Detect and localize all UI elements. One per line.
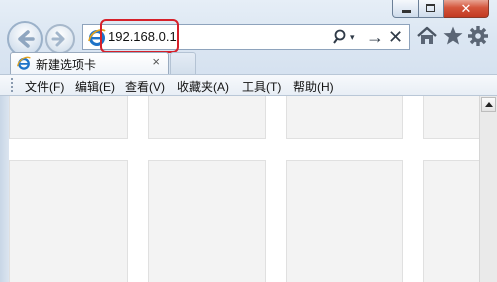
menu-grip [11, 78, 16, 92]
menu-help[interactable]: 帮助(H) [293, 78, 334, 95]
close-tab-button[interactable]: × [152, 54, 160, 69]
go-button[interactable]: → [366, 27, 384, 47]
menu-file[interactable]: 文件(F) [25, 78, 64, 95]
close-icon: ✕ [460, 1, 472, 16]
tab-new-tab[interactable]: 新建选项卡 × [10, 52, 169, 74]
maximize-button[interactable] [419, 0, 444, 18]
menu-edit[interactable]: 编辑(E) [75, 78, 115, 95]
menu-favorites[interactable]: 收藏夹(A) [177, 78, 229, 95]
forward-arrow-icon [51, 31, 65, 47]
ie-logo-icon [16, 56, 31, 70]
menu-view[interactable]: 查看(V) [125, 78, 165, 95]
close-window-button[interactable]: ✕ [444, 0, 489, 18]
search-dropdown-button[interactable]: ▾ [350, 27, 355, 47]
stop-button[interactable]: ✕ [388, 27, 403, 47]
vertical-scrollbar[interactable] [479, 96, 497, 282]
window-controls: ✕ [392, 0, 489, 19]
url-highlight-annotation [100, 19, 179, 53]
back-arrow-icon [18, 30, 35, 48]
menu-bar: 文件(F) 编辑(E) 查看(V) 收藏夹(A) 工具(T) 帮助(H) [0, 74, 497, 96]
site-tile[interactable] [9, 96, 128, 139]
site-tile[interactable] [286, 160, 403, 282]
star-icon[interactable] [442, 25, 464, 47]
site-tile[interactable] [423, 96, 479, 139]
tab-label: 新建选项卡 [36, 58, 97, 72]
site-tile[interactable] [286, 96, 403, 139]
browser-chrome: ✕ 192.168.0.1 ▾ → ✕ 新建选项卡 × 文件(F) 编辑(E) … [0, 0, 497, 98]
minimize-icon [402, 10, 411, 13]
new-tab-page [9, 96, 479, 282]
forward-button[interactable] [45, 24, 75, 54]
maximize-icon [426, 4, 435, 12]
window-left-border [0, 96, 9, 282]
site-tile[interactable] [423, 160, 479, 282]
minimize-button[interactable] [392, 0, 419, 18]
home-icon[interactable] [416, 25, 438, 47]
site-tile[interactable] [9, 160, 128, 282]
gear-icon[interactable] [467, 25, 489, 47]
search-icon[interactable] [333, 27, 349, 47]
site-tile[interactable] [148, 160, 266, 282]
scroll-up-button[interactable] [481, 97, 496, 112]
menu-tools[interactable]: 工具(T) [242, 78, 281, 95]
new-tab-button[interactable] [170, 52, 196, 74]
site-tile[interactable] [148, 96, 266, 139]
